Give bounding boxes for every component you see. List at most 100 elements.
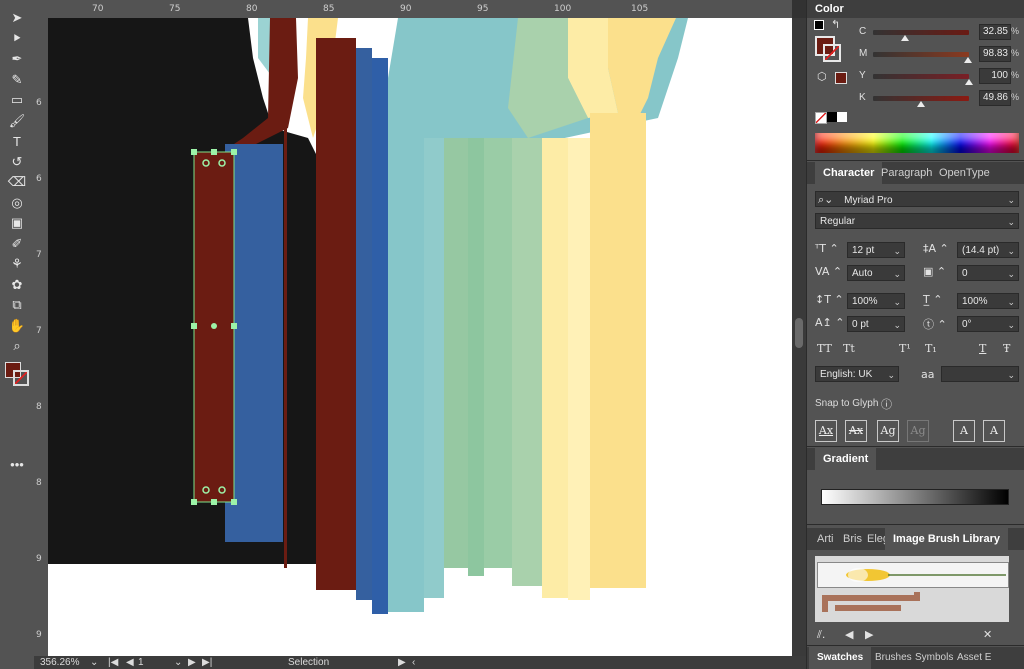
blue-column-1[interactable]: [356, 48, 372, 600]
tab-swatches[interactable]: Swatches: [809, 647, 872, 669]
slider-value-field[interactable]: 49.86: [979, 90, 1011, 106]
next-artboard-icon[interactable]: ▶: [188, 657, 196, 668]
yellow-column[interactable]: [590, 113, 646, 588]
slider-track[interactable]: [873, 52, 969, 57]
zoom-dropdown-icon[interactable]: ⌄: [90, 657, 98, 668]
symbol-sprayer-tool-icon[interactable]: ✿: [6, 275, 28, 295]
default-colors-icon[interactable]: [814, 20, 824, 30]
font-family-field[interactable]: ⌕⌄ Myriad Pro ⌄: [815, 191, 1019, 207]
tab-asset-export[interactable]: Asset E: [949, 647, 999, 669]
horizontal-ruler[interactable]: 70 75 80 85 90 95 100 105: [34, 0, 792, 19]
last-artboard-icon[interactable]: ▶|: [202, 657, 212, 668]
snap-proximity-button[interactable]: Ag: [907, 420, 929, 442]
zoom-tool-icon[interactable]: ⌕: [6, 336, 28, 356]
none-swatch[interactable]: [815, 112, 827, 124]
all-caps-icon[interactable]: TT: [817, 342, 832, 355]
anti-aliasing-field[interactable]: ⌄: [941, 366, 1019, 382]
vertical-scrollbar[interactable]: [792, 18, 806, 656]
toolbar-stroke-swatch[interactable]: [13, 370, 29, 386]
type-tool-icon[interactable]: T: [6, 131, 28, 151]
previous-library-icon[interactable]: ◀: [845, 628, 853, 641]
snap-angular-button[interactable]: A: [953, 420, 975, 442]
slider-value-field[interactable]: 32.85: [979, 24, 1011, 40]
black-swatch[interactable]: [827, 112, 837, 122]
small-caps-icon[interactable]: Tt: [843, 342, 855, 355]
slider-thumb[interactable]: [965, 79, 973, 85]
font-size-field[interactable]: 12 pt ⌄: [847, 242, 905, 258]
hscroll-left-icon[interactable]: ‹: [412, 657, 415, 668]
out-of-gamut-icon[interactable]: ⬡: [817, 70, 827, 83]
brush-list[interactable]: [815, 556, 1009, 622]
swap-colors-icon[interactable]: ↰: [831, 18, 840, 31]
snap-anchor-button[interactable]: A: [983, 420, 1005, 442]
gamut-swatch[interactable]: [835, 72, 847, 84]
shape-builder-tool-icon[interactable]: ◎: [6, 193, 28, 213]
brush-item-pipe[interactable]: [821, 592, 921, 614]
sage-column[interactable]: [512, 138, 542, 586]
color-slider-y[interactable]: Y 100%: [859, 68, 1019, 85]
direct-selection-tool-icon[interactable]: ⯈: [6, 29, 28, 49]
slider-thumb[interactable]: [900, 35, 909, 41]
gradient-tool-icon[interactable]: ▣: [6, 213, 28, 233]
snap-glyph-bounds-button[interactable]: Ag: [877, 420, 899, 442]
zoom-level[interactable]: 356.26%: [40, 657, 79, 668]
eraser-tool-icon[interactable]: ⌫: [6, 172, 28, 192]
color-slider-k[interactable]: K 49.86%: [859, 90, 1019, 107]
blue-column-2[interactable]: [372, 58, 388, 614]
first-artboard-icon[interactable]: |◀: [108, 657, 118, 668]
rotate-tool-icon[interactable]: ↺: [6, 152, 28, 172]
vertical-ruler[interactable]: 6 6 7 7 8 8 9 9: [34, 18, 49, 656]
font-style-field[interactable]: Regular ⌄: [815, 213, 1019, 229]
language-field[interactable]: English: UK ⌄: [815, 366, 899, 382]
blend-tool-icon[interactable]: ⚘: [6, 254, 28, 274]
snap-baseline-button[interactable]: Ax: [815, 420, 837, 442]
brush-library-menu-icon[interactable]: ⫽.: [817, 628, 825, 642]
maroon-thin-line[interactable]: [284, 128, 287, 568]
hand-tool-icon[interactable]: ✋: [6, 316, 28, 336]
subscript-icon[interactable]: T₁: [925, 342, 937, 355]
tracking-field[interactable]: 0 ⌄: [957, 265, 1019, 281]
cream-column-2[interactable]: [568, 138, 590, 600]
gradient-panel-title[interactable]: Gradient: [815, 448, 877, 470]
white-swatch[interactable]: [837, 112, 847, 122]
character-rotation-field[interactable]: 0° ⌄: [957, 316, 1019, 332]
more-tools-icon[interactable]: •••: [6, 454, 28, 474]
teal-column-1[interactable]: [388, 138, 424, 612]
kerning-field[interactable]: Auto ⌄: [847, 265, 905, 281]
color-spectrum[interactable]: [815, 133, 1019, 153]
gradient-preview[interactable]: [821, 489, 1009, 505]
color-slider-c[interactable]: C 32.85%: [859, 24, 1019, 41]
tab-opentype[interactable]: OpenType: [931, 162, 998, 184]
underline-icon[interactable]: T: [979, 342, 986, 355]
brush-item-flower[interactable]: [817, 562, 1009, 588]
artboard-tool-icon[interactable]: ⧉: [6, 295, 28, 315]
tab-image-brush-library[interactable]: Image Brush Library: [885, 528, 1008, 550]
cream-column-1[interactable]: [542, 138, 568, 598]
color-slider-m[interactable]: M 98.83%: [859, 46, 1019, 63]
slider-thumb[interactable]: [917, 101, 925, 107]
maroon-column-main[interactable]: [316, 38, 356, 590]
artboard-dropdown-icon[interactable]: ⌄: [174, 657, 182, 668]
teal-column-2[interactable]: [424, 138, 444, 598]
green-column-2[interactable]: [468, 138, 484, 576]
paintbrush-tool-icon[interactable]: 🖌: [6, 111, 28, 131]
slider-thumb[interactable]: [964, 57, 973, 63]
toolbar-fill-stroke[interactable]: [5, 362, 29, 386]
leading-field[interactable]: (14.4 pt) ⌄: [957, 242, 1019, 258]
tools-icon[interactable]: ✕: [983, 628, 992, 641]
slider-value-field[interactable]: 100: [979, 68, 1011, 84]
artboard-number[interactable]: 1: [138, 657, 144, 668]
baseline-shift-field[interactable]: 0 pt ⌄: [847, 316, 905, 332]
green-column-1[interactable]: [444, 138, 468, 568]
status-menu-icon[interactable]: ▶: [398, 657, 406, 668]
vertical-scale-field[interactable]: 100% ⌄: [847, 293, 905, 309]
scroll-thumb[interactable]: [795, 318, 803, 348]
prev-artboard-icon[interactable]: ◀: [126, 657, 134, 668]
color-panel-title[interactable]: Color: [807, 0, 852, 20]
snap-xheight-button[interactable]: Ax: [845, 420, 867, 442]
stroke-swatch[interactable]: [823, 44, 841, 62]
superscript-icon[interactable]: T¹: [899, 342, 911, 355]
selection-tool-icon[interactable]: ➤: [6, 8, 28, 28]
horizontal-scale-field[interactable]: 100% ⌄: [957, 293, 1019, 309]
curvature-tool-icon[interactable]: ✎: [6, 70, 28, 90]
